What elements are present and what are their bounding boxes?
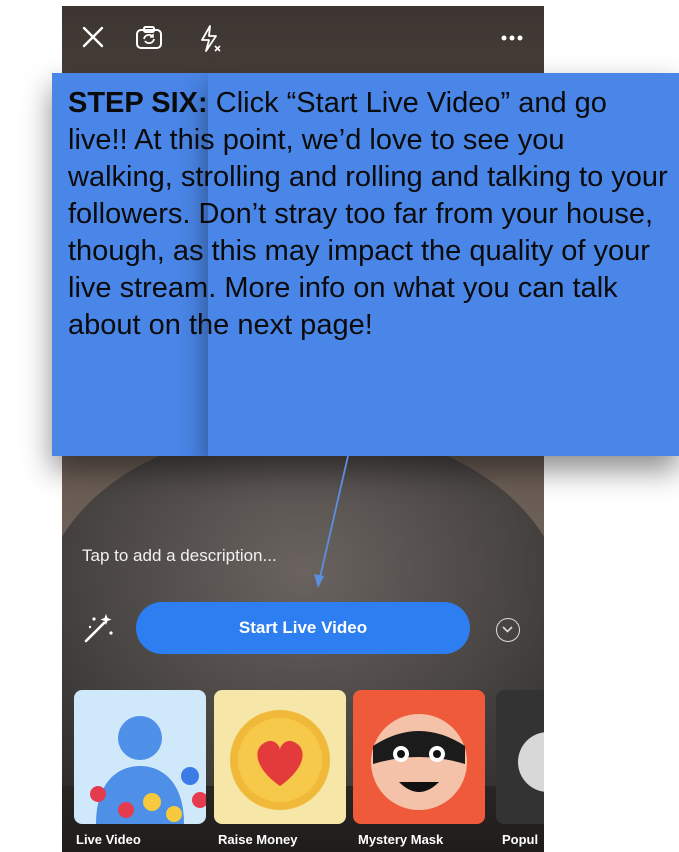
format-tile-raise-money[interactable] (214, 690, 346, 824)
format-tile-live-video[interactable] (74, 690, 206, 824)
callout-body: Click “Start Live Video” and go live!! A… (68, 87, 668, 341)
tile-label-live-video: Live Video (76, 832, 141, 847)
popular-illustration-icon (518, 732, 544, 792)
more-icon[interactable] (500, 34, 524, 42)
callout-step-label: STEP SIX: (68, 87, 208, 119)
tile-label-popular: Popul (502, 832, 539, 847)
tile-label-mystery-mask: Mystery Mask (358, 832, 444, 847)
chevron-down-icon (502, 626, 513, 633)
description-input[interactable]: Tap to add a description... (82, 546, 277, 566)
heart-coin-icon (230, 710, 330, 810)
format-tile-mystery-mask[interactable] (353, 690, 485, 824)
live-video-illustration-icon (90, 716, 206, 824)
format-tile-popular[interactable] (496, 690, 544, 824)
magic-wand-icon[interactable] (80, 611, 116, 647)
start-live-video-button[interactable]: Start Live Video (136, 602, 470, 654)
mystery-mask-face-icon (371, 714, 467, 810)
camera-flip-icon[interactable] (134, 24, 164, 52)
pointer-arrow-icon (314, 456, 349, 588)
close-icon[interactable] (80, 24, 106, 50)
flash-off-icon[interactable] (196, 24, 224, 54)
expand-options-button[interactable] (496, 618, 520, 642)
callout-text: STEP SIX: Click “Start Live Video” and g… (68, 85, 673, 344)
tile-label-raise-money: Raise Money (218, 832, 298, 847)
top-toolbar (62, 6, 544, 72)
